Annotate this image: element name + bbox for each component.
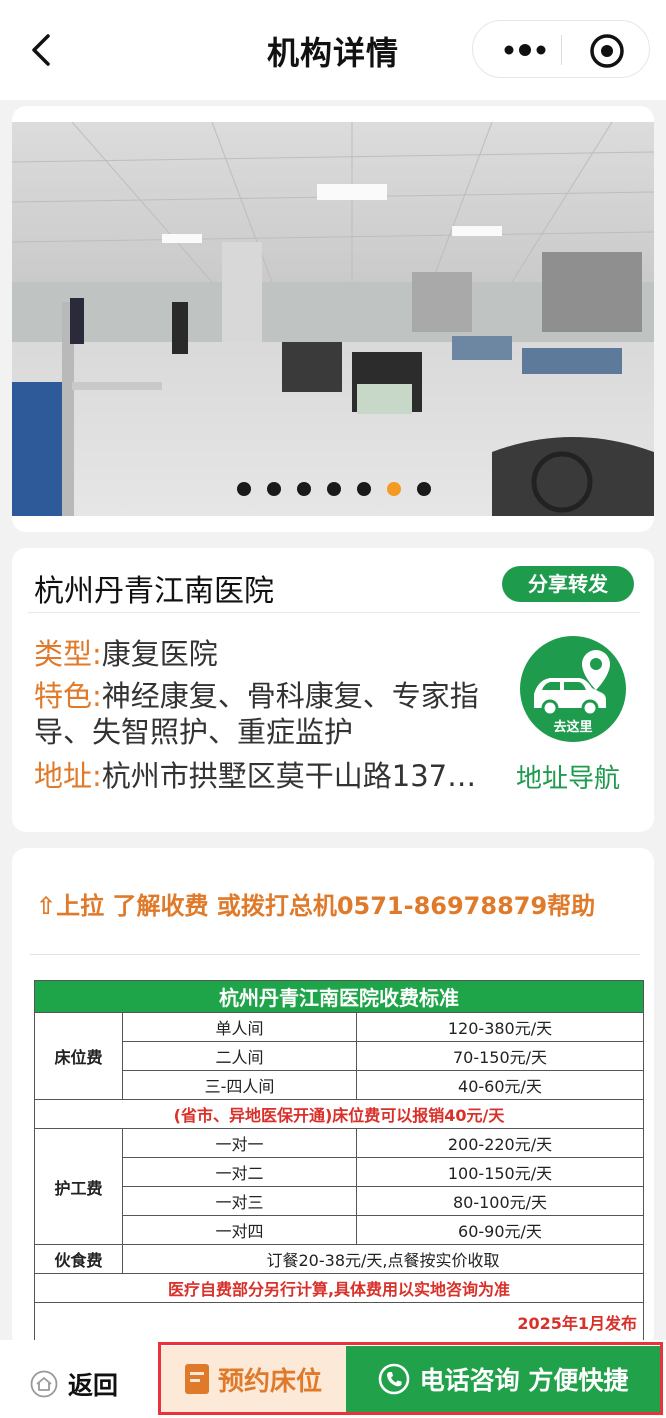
fee-item: 一对四	[122, 1215, 357, 1245]
feature-row: 特色:神经康复、骨科康复、专家指导、失智照护、重症监护	[34, 678, 514, 750]
meal-fee-label: 伙食费	[34, 1244, 123, 1274]
go-here-button[interactable]: 去这里	[520, 636, 626, 742]
book-bed-button[interactable]: 预约床位	[160, 1346, 346, 1412]
fee-price: 100-150元/天	[356, 1157, 644, 1187]
address-row: 地址:杭州市拱墅区莫干山路137…	[34, 758, 476, 794]
phone-icon	[378, 1363, 409, 1395]
published-date: 2025年1月发布	[34, 1302, 644, 1341]
address-label: 地址:	[34, 759, 102, 793]
fee-divider	[30, 954, 640, 955]
fee-price: 60-90元/天	[356, 1215, 644, 1245]
fee-item: 三-四人间	[122, 1070, 357, 1100]
bed-fee-note: (省市、异地医保开通)床位费可以报销40元/天	[34, 1099, 644, 1129]
fee-price: 200-220元/天	[356, 1128, 644, 1158]
home-return-label: 返回	[68, 1371, 119, 1400]
share-button[interactable]: 分享转发	[502, 566, 634, 602]
carousel-dot[interactable]	[327, 482, 341, 496]
institution-name: 杭州丹青江南医院	[34, 574, 274, 609]
top-nav-bar: 机构详情	[0, 0, 666, 100]
carousel-dot[interactable]	[357, 482, 371, 496]
type-label: 类型:	[34, 637, 102, 671]
document-icon	[184, 1364, 209, 1394]
carousel-dot-active[interactable]	[387, 482, 401, 496]
fee-price: 80-100元/天	[356, 1186, 644, 1216]
fee-table-title: 杭州丹青江南医院收费标准	[34, 980, 644, 1013]
info-divider	[28, 612, 640, 613]
type-row: 类型:康复医院	[34, 636, 218, 672]
bed-fee-label: 床位费	[34, 1012, 123, 1100]
home-icon	[30, 1370, 58, 1398]
capsule-divider	[561, 35, 562, 65]
meal-fee-value: 订餐20-38元/天,点餐按实价收取	[122, 1244, 644, 1274]
fee-item: 二人间	[122, 1041, 357, 1071]
fee-price: 40-60元/天	[356, 1070, 644, 1100]
fee-price: 70-150元/天	[356, 1041, 644, 1071]
care-fee-label: 护工费	[34, 1128, 123, 1245]
phone-consult-button[interactable]: 电话咨询 方便快捷	[346, 1346, 660, 1412]
fee-hint-text[interactable]: ⇧上拉 了解收费 或拨打总机0571-86978879帮助	[36, 886, 636, 921]
page: 机构详情 杭州丹青江南医院 分享转发 类型:康复医院 特色:神经康复、骨科康复、…	[0, 0, 666, 1418]
carousel-dot[interactable]	[297, 482, 311, 496]
carousel-dot[interactable]	[417, 482, 431, 496]
fee-price: 120-380元/天	[356, 1012, 644, 1042]
address-navigation-link[interactable]: 地址导航	[516, 758, 620, 795]
mini-program-capsule	[472, 20, 650, 78]
feature-label: 特色:	[34, 679, 102, 713]
phone-consult-label: 电话咨询 方便快捷	[419, 1366, 629, 1395]
fee-item: 一对二	[122, 1157, 357, 1187]
carousel-dot[interactable]	[267, 482, 281, 496]
home-return-button[interactable]: 返回	[30, 1366, 118, 1402]
type-value: 康复医院	[101, 637, 218, 671]
go-here-label: 去这里	[553, 720, 593, 735]
fee-item: 一对一	[122, 1128, 357, 1158]
carousel-dot[interactable]	[237, 482, 251, 496]
fee-item: 一对三	[122, 1186, 357, 1216]
carousel-dots	[237, 482, 431, 496]
fee-table: 杭州丹青江南医院收费标准 床位费 单人间 120-380元/天 二人间 70-1…	[34, 980, 644, 1341]
close-target-icon[interactable]	[589, 33, 625, 69]
book-bed-label: 预约床位	[217, 1366, 322, 1397]
fee-item: 单人间	[122, 1012, 357, 1042]
facility-photo-banner[interactable]	[12, 122, 654, 516]
medical-fee-note: 医疗自费部分另行计算,具体费用以实地咨询为准	[34, 1273, 644, 1303]
address-value: 杭州市拱墅区莫干山路137…	[101, 759, 477, 793]
more-options-icon[interactable]	[495, 38, 555, 62]
